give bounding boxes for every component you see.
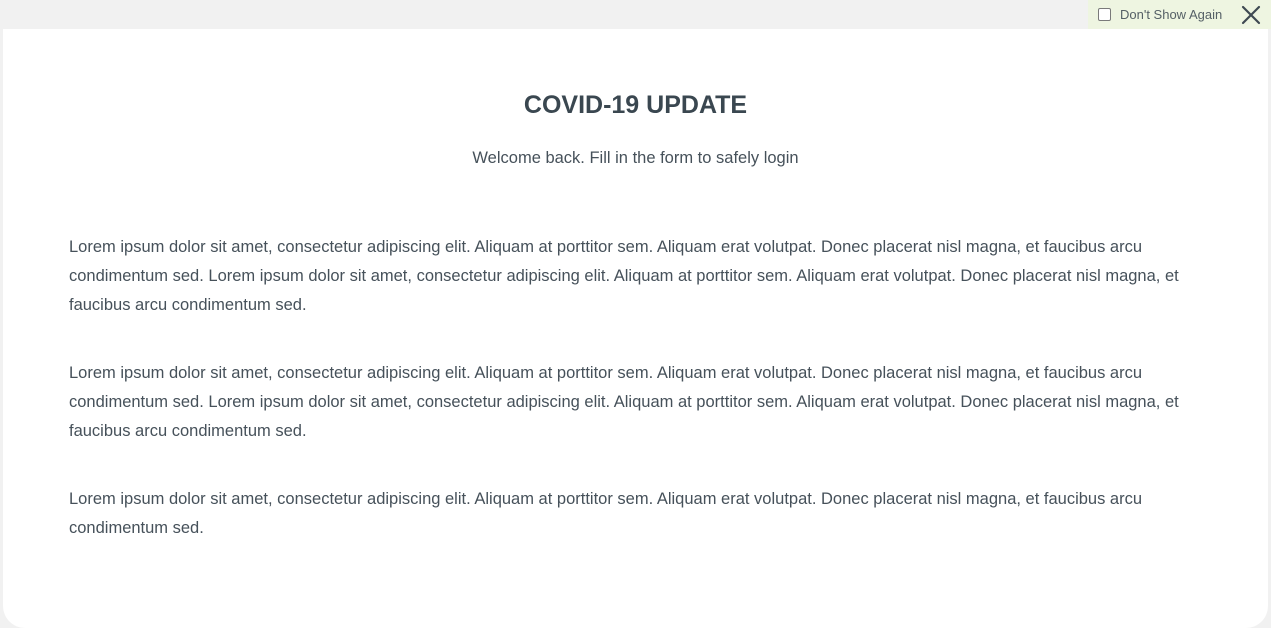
paragraph: Lorem ipsum dolor sit amet, consectetur …: [69, 364, 1179, 440]
modal-subtitle: Welcome back. Fill in the form to safely…: [472, 149, 799, 167]
paragraph: Lorem ipsum dolor sit amet, consectetur …: [69, 238, 1179, 314]
modal-title: COVID-19 UPDATE: [523, 91, 748, 119]
covid-update-modal: COVID-19 UPDATE Welcome back. Fill in th…: [3, 29, 1268, 628]
paragraph: Lorem ipsum dolor sit amet, consectetur …: [69, 490, 1143, 537]
close-icon: [1241, 5, 1261, 25]
dont-show-again-checkbox[interactable]: [1098, 8, 1111, 21]
close-button[interactable]: [1241, 5, 1261, 25]
top-bar: Don't Show Again: [0, 0, 1271, 29]
dont-show-again-label[interactable]: Don't Show Again: [1120, 7, 1222, 22]
modal-content: Lorem ipsum dolor sit amet, consectetur …: [69, 233, 1199, 582]
